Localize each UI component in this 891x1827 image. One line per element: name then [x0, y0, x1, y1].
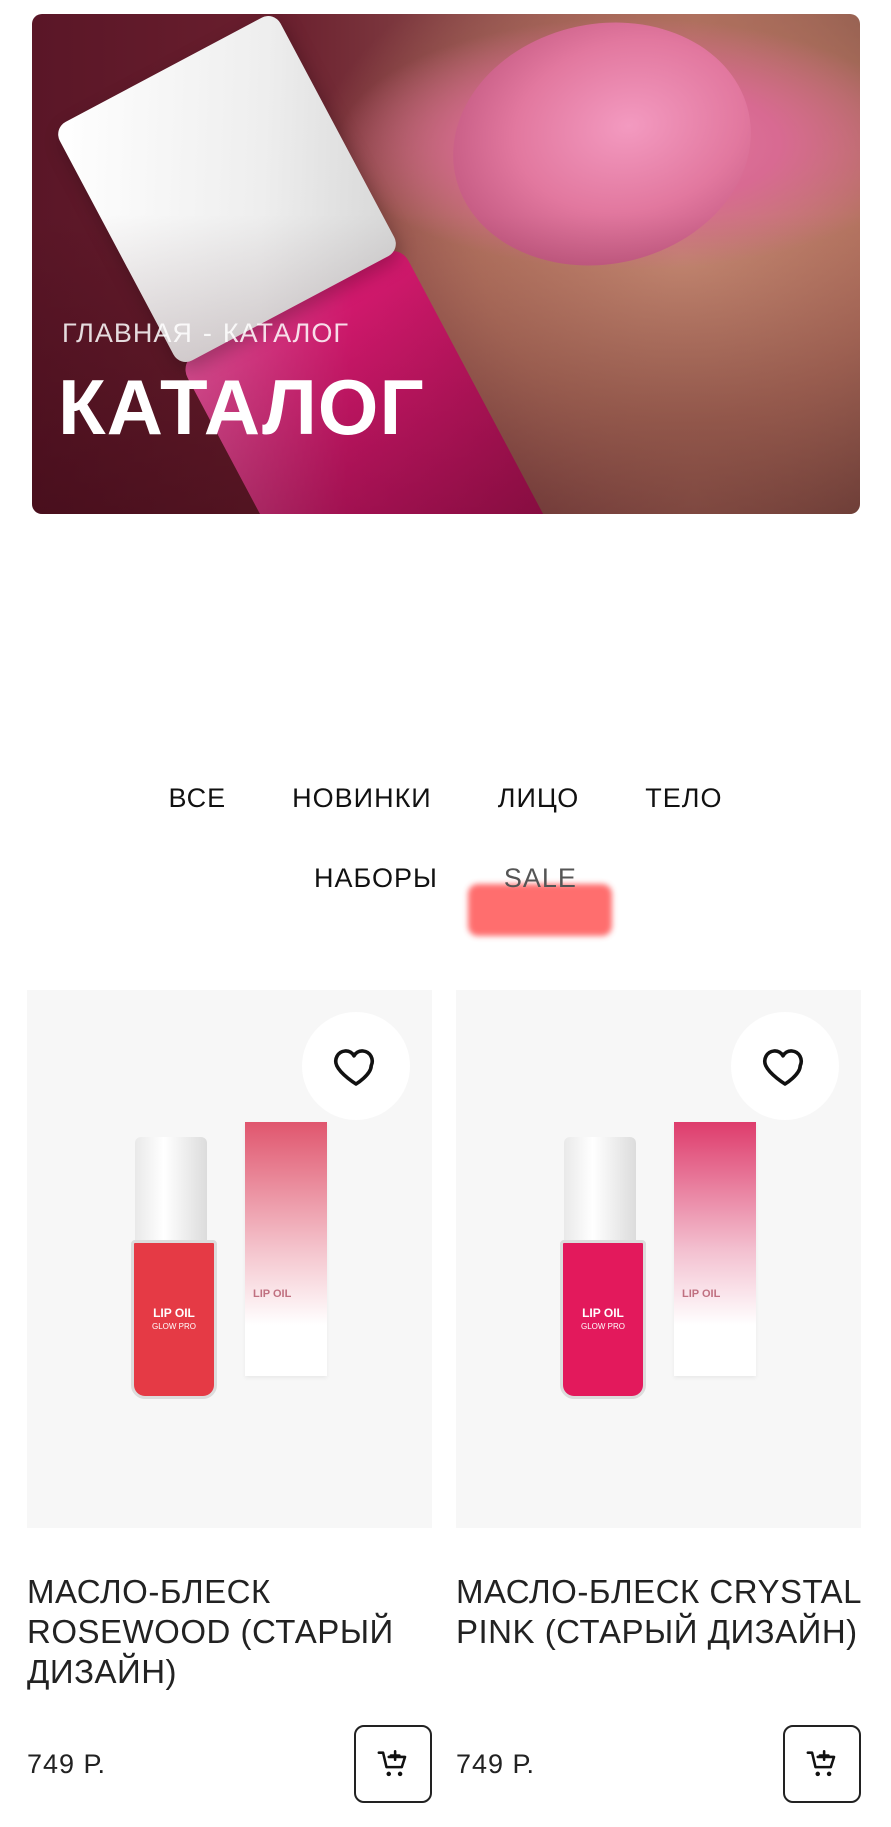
bottle-label: LIP OIL	[153, 1305, 195, 1320]
product-price: 749 Р.	[456, 1749, 535, 1779]
product-price: 749 Р.	[27, 1749, 106, 1779]
breadcrumb-separator: -	[202, 318, 213, 348]
tab-body[interactable]: ТЕЛО	[612, 780, 755, 816]
heart-icon	[334, 1049, 374, 1086]
product-card[interactable]: LIP OIL GLOW PRO LIP OIL МАСЛО-БЛЕСК ROS…	[27, 990, 432, 1803]
product-card[interactable]: LIP OIL GLOW PRO LIP OIL МАСЛО-БЛЕСК CRY…	[456, 990, 861, 1803]
bottle-cap	[135, 1137, 207, 1242]
add-to-cart-button[interactable]	[783, 1725, 861, 1803]
box-label: LIP OIL	[682, 1288, 721, 1300]
product-footer: 749 Р.	[27, 1725, 432, 1805]
tab-face[interactable]: ЛИЦО	[465, 780, 613, 816]
tab-sale[interactable]: SALE	[471, 860, 610, 896]
box-label: LIP OIL	[253, 1288, 292, 1300]
bottle-sublabel: GLOW PRO	[580, 1321, 625, 1331]
category-tabs: ВСЕ НОВИНКИ ЛИЦО ТЕЛО НАБОРЫ SALE	[0, 780, 891, 896]
bottle-sublabel: GLOW PRO	[151, 1321, 196, 1331]
page-title: КАТАЛОГ	[58, 363, 425, 451]
add-to-cart-icon	[806, 1749, 836, 1777]
product-image[interactable]: LIP OIL GLOW PRO LIP OIL	[27, 990, 432, 1528]
breadcrumb-home-link[interactable]: ГЛАВНАЯ	[62, 318, 193, 349]
product-box: LIP OIL	[245, 1122, 327, 1376]
product-image[interactable]: LIP OIL GLOW PRO LIP OIL	[456, 990, 861, 1528]
add-to-cart-icon	[377, 1749, 407, 1777]
bottle-cap	[564, 1137, 636, 1242]
tab-all[interactable]: ВСЕ	[136, 780, 260, 816]
add-to-cart-button[interactable]	[354, 1725, 432, 1803]
product-title[interactable]: МАСЛО-БЛЕСК CRYSTAL PINK (СТАРЫЙ ДИЗАЙН)	[456, 1572, 861, 1652]
breadcrumb: ГЛАВНАЯ - КАТАЛОГ	[62, 318, 349, 349]
product-title[interactable]: МАСЛО-БЛЕСК ROSEWOOD (СТАРЫЙ ДИЗАЙН)	[27, 1572, 432, 1692]
product-footer: 749 Р.	[456, 1725, 861, 1805]
tab-sets[interactable]: НАБОРЫ	[281, 860, 471, 896]
favorite-button[interactable]	[731, 1012, 839, 1120]
tab-new[interactable]: НОВИНКИ	[259, 780, 465, 816]
bottle-body: LIP OIL GLOW PRO	[131, 1240, 217, 1399]
heart-icon	[763, 1049, 803, 1086]
bottle-label: LIP OIL	[582, 1305, 624, 1320]
breadcrumb-current: КАТАЛОГ	[222, 318, 350, 348]
product-box: LIP OIL	[674, 1122, 756, 1376]
favorite-button[interactable]	[302, 1012, 410, 1120]
bottle-body: LIP OIL GLOW PRO	[560, 1240, 646, 1399]
